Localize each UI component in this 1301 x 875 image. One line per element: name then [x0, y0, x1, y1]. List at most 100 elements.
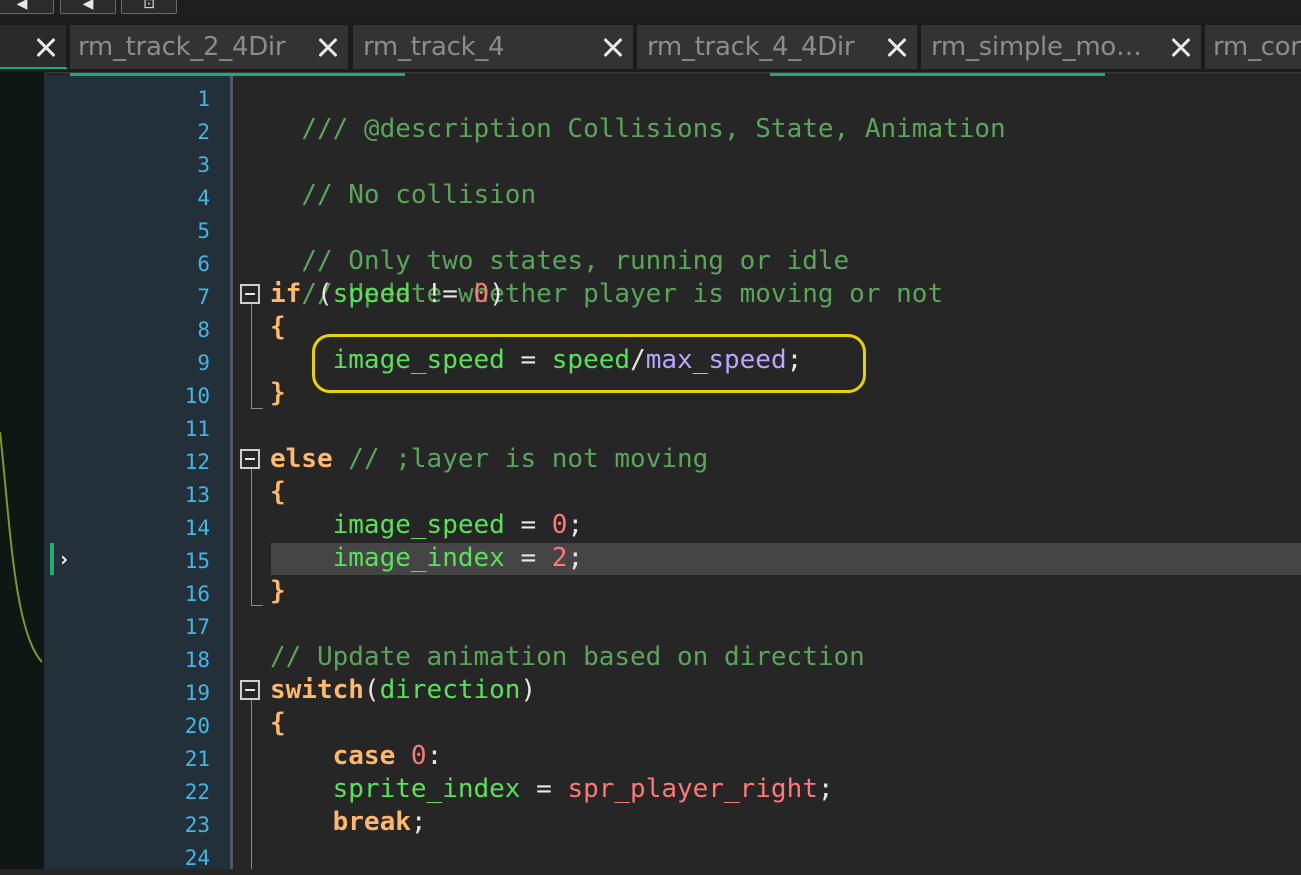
code-line-14[interactable]: image_speed = 0;: [270, 509, 583, 542]
punctuation: ;: [567, 543, 584, 573]
code-line-16[interactable]: }: [270, 575, 286, 608]
room-preview-strip: [0, 72, 46, 869]
forward-button[interactable]: ◀: [60, 0, 116, 14]
code-line-21[interactable]: case 0:: [270, 740, 443, 773]
code-line-3[interactable]: // No collision: [270, 146, 536, 210]
fit-view-button[interactable]: ⊡: [121, 0, 177, 14]
tab-rm-simple-mo[interactable]: rm_simple_mo…: [921, 25, 1203, 69]
line-number[interactable]: 16: [150, 578, 210, 611]
close-icon[interactable]: [1167, 33, 1195, 61]
keyword: case: [332, 741, 396, 771]
tab-rm-track-4[interactable]: rm_track_4: [353, 25, 635, 69]
brace: {: [270, 312, 286, 342]
current-line-marker: [50, 543, 54, 575]
code-line-18[interactable]: // Update animation based on direction: [270, 641, 865, 674]
top-toolbar: ◀ ◀ ⊡: [0, 0, 1301, 22]
back-button[interactable]: ◀: [0, 0, 54, 14]
close-icon[interactable]: [314, 33, 342, 61]
code-line-13[interactable]: {: [270, 476, 286, 509]
line-number[interactable]: 18: [150, 644, 210, 677]
variable: sprite_index: [332, 774, 521, 804]
line-number[interactable]: 3: [150, 149, 210, 182]
tab-active[interactable]: [0, 25, 68, 69]
comment: // No collision: [301, 180, 537, 210]
code-line-5[interactable]: // Only two states, running or idle: [270, 212, 849, 276]
line-number[interactable]: 20: [150, 710, 210, 743]
fold-guide-end: [251, 605, 263, 606]
line-number[interactable]: 5: [150, 215, 210, 248]
line-number[interactable]: 19: [150, 677, 210, 710]
fold-toggle-if[interactable]: [240, 284, 260, 304]
fold-toggle-switch[interactable]: [240, 680, 260, 700]
line-number[interactable]: 21: [150, 743, 210, 776]
comment: // Update animation based on direction: [270, 642, 865, 672]
code-line-7[interactable]: if (speed != 0): [270, 278, 505, 311]
line-number[interactable]: 22: [150, 776, 210, 809]
line-number[interactable]: 17: [150, 611, 210, 644]
line-number[interactable]: 13: [150, 479, 210, 512]
line-number[interactable]: 1: [150, 83, 210, 116]
code-line-15[interactable]: image_index = 2;: [270, 542, 583, 575]
fit-view-icon: ⊡: [143, 0, 155, 12]
variable: direction: [379, 675, 521, 705]
code-line-19[interactable]: switch(direction): [270, 674, 536, 707]
close-icon[interactable]: [32, 33, 60, 61]
tab-rm-track-4-4dir[interactable]: rm_track_4_4Dir: [637, 25, 919, 69]
line-number[interactable]: 11: [150, 413, 210, 446]
line-number[interactable]: 4: [150, 182, 210, 215]
line-number[interactable]: 12: [150, 446, 210, 479]
brace: }: [270, 378, 286, 408]
line-number[interactable]: 2: [150, 116, 210, 149]
brace: {: [270, 477, 286, 507]
line-number[interactable]: 7: [150, 281, 210, 314]
line-number[interactable]: 8: [150, 314, 210, 347]
keyword: else: [270, 444, 333, 474]
line-number[interactable]: 23: [150, 809, 210, 842]
arrow-icon: ◀: [82, 0, 94, 12]
close-icon[interactable]: [599, 33, 627, 61]
code-line-8[interactable]: {: [270, 311, 286, 344]
punctuation: (: [363, 675, 380, 705]
line-number[interactable]: 9: [150, 347, 210, 380]
brace: }: [270, 576, 286, 606]
fold-guide-end: [251, 408, 263, 409]
keyword: if: [270, 279, 302, 309]
operator: =: [504, 510, 552, 540]
fold-toggle-else[interactable]: [240, 449, 260, 469]
code-line-10[interactable]: }: [270, 377, 286, 410]
tab-rm-cor[interactable]: rm_cor: [1205, 25, 1301, 69]
code-line-22[interactable]: sprite_index = spr_player_right;: [270, 773, 834, 806]
back-icon: ◀: [16, 0, 28, 12]
variable: image_index: [332, 543, 505, 573]
code-line-12[interactable]: else // ;layer is not moving: [270, 443, 708, 476]
curve-graphic: [0, 431, 43, 663]
close-icon[interactable]: [883, 33, 911, 61]
code-line-6[interactable]: // Update whether player is moving or no…: [270, 245, 943, 309]
tab-label: rm_track_4: [363, 32, 505, 62]
punctuation: ;: [817, 774, 834, 804]
resource-name: spr_player_right: [567, 774, 818, 804]
brace: {: [270, 708, 286, 738]
number: 0: [395, 741, 427, 771]
line-number[interactable]: 10: [150, 380, 210, 413]
line-number[interactable]: 24: [150, 842, 210, 875]
current-line-arrow-icon: ›: [58, 547, 71, 571]
line-number[interactable]: 14: [150, 512, 210, 545]
tab-rm-track-2-4dir[interactable]: rm_track_2_4Dir: [70, 25, 350, 69]
code-line-1[interactable]: /// @description Collisions, State, Anim…: [270, 80, 1005, 144]
operator: =: [520, 774, 568, 804]
number: 0: [551, 510, 568, 540]
tab-label: rm_simple_mo…: [931, 32, 1142, 62]
code-line-23[interactable]: break;: [270, 806, 427, 839]
number: 0: [473, 279, 490, 309]
code-line-20[interactable]: {: [270, 707, 286, 740]
punctuation: :: [426, 741, 443, 771]
fold-guide: [251, 700, 252, 869]
variable: speed: [332, 279, 411, 309]
line-number[interactable]: 15: [150, 545, 210, 578]
line-number[interactable]: 6: [150, 248, 210, 281]
